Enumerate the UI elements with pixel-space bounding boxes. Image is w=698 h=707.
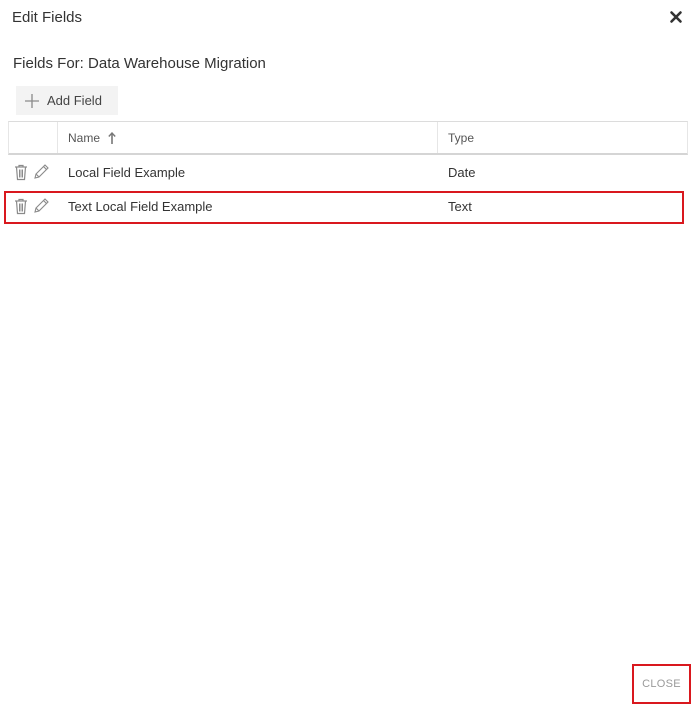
actions-column-header: [9, 122, 58, 153]
sort-ascending-icon: [108, 131, 116, 144]
row-actions: [12, 155, 57, 189]
pencil-icon[interactable]: [32, 197, 50, 215]
row-actions: [12, 189, 57, 223]
table-row[interactable]: Local Field Example Date: [8, 155, 688, 189]
close-button-highlight: CLOSE: [632, 664, 691, 704]
add-field-label: Add Field: [47, 93, 102, 108]
field-name-cell: Text Local Field Example: [68, 198, 213, 214]
edit-fields-dialog: Edit Fields Fields For: Data Warehouse M…: [0, 0, 698, 707]
close-button[interactable]: CLOSE: [634, 666, 689, 702]
pencil-icon[interactable]: [32, 163, 50, 181]
table-row[interactable]: Text Local Field Example Text: [8, 189, 688, 223]
fields-grid: Name Type Local Field Example Date Text …: [8, 121, 688, 223]
plus-icon: [24, 93, 40, 109]
trash-icon[interactable]: [12, 197, 30, 215]
name-column-label: Name: [68, 130, 101, 145]
close-icon[interactable]: [669, 10, 683, 24]
name-column-header[interactable]: Name: [58, 122, 438, 153]
grid-header: Name Type: [8, 121, 688, 155]
add-field-button[interactable]: Add Field: [16, 86, 118, 115]
type-column-header[interactable]: Type: [438, 122, 687, 153]
field-type-cell: Text: [448, 198, 472, 214]
trash-icon[interactable]: [12, 163, 30, 181]
field-name-cell: Local Field Example: [68, 164, 186, 180]
fields-for-title: Fields For: Data Warehouse Migration: [13, 55, 266, 72]
field-type-cell: Date: [448, 164, 476, 180]
dialog-title: Edit Fields: [12, 9, 83, 26]
type-column-label: Type: [448, 130, 475, 145]
